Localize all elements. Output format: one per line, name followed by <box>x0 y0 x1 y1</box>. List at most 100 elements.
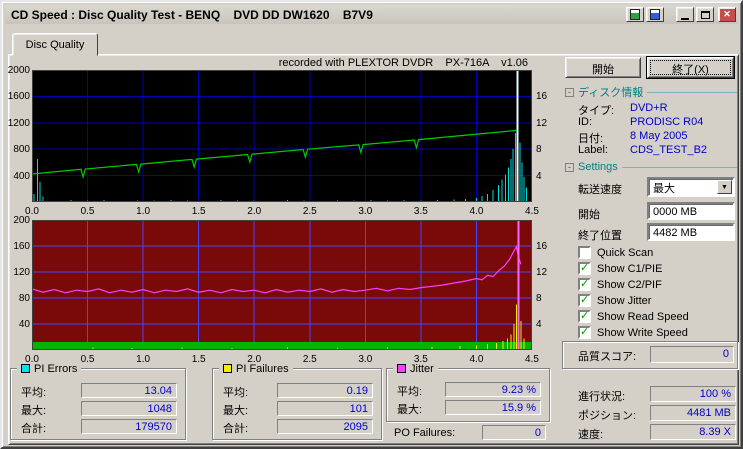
stat-label: 平均: <box>397 386 423 398</box>
jitter-groupbox: Jitter 平均: 9.23 % 最大: 15.9 % <box>386 362 550 422</box>
stat-value: 179570 <box>81 419 177 434</box>
disc-date-value: 8 May 2005 <box>630 130 688 142</box>
quality-score-label: 品質スコア: <box>578 351 637 363</box>
disc-label-label: Label: <box>578 144 608 156</box>
stat-value: 101 <box>277 401 373 416</box>
checkbox-quick-scan-label: Quick Scan <box>597 247 654 259</box>
titlebar-extra-button-2[interactable] <box>646 7 664 22</box>
axis-tick-label: 12 <box>536 117 548 129</box>
speed-label: 速度: <box>578 429 604 441</box>
checkbox-show-c1-pie[interactable]: ✓ <box>578 262 591 275</box>
axis-tick-label: 2000 <box>7 65 30 76</box>
checkbox-show-write-speed-label: Show Write Speed <box>597 327 688 339</box>
speed-value: 8.39 X <box>650 424 736 440</box>
close-icon: ✕ <box>723 9 731 19</box>
stat-label: 合計: <box>21 423 47 435</box>
collapse-icon[interactable]: - <box>565 87 574 97</box>
start-position-input[interactable] <box>647 202 735 220</box>
end-position-input[interactable] <box>647 223 735 241</box>
checkbox-quick-scan[interactable] <box>578 246 591 259</box>
exit-button[interactable]: 終了(X) <box>647 57 734 78</box>
tab-disc-quality[interactable]: Disc Quality <box>12 33 98 56</box>
quality-score-value: 0 <box>650 346 734 363</box>
axis-tick-label: 1200 <box>7 117 30 129</box>
stat-value: 15.9 % <box>445 400 541 415</box>
checkbox-show-write-speed[interactable]: ✓ <box>578 326 591 339</box>
end-position-label: 終了位置 <box>578 230 622 242</box>
stat-label: 最大: <box>397 404 423 416</box>
maximize-button[interactable] <box>696 7 714 22</box>
stat-label: 最大: <box>21 405 47 417</box>
stat-value: 9.23 % <box>445 382 541 397</box>
chart-recorded-with-label: recorded with PLEXTOR DVDR PX-716A v1.06 <box>278 57 528 69</box>
axis-tick-label: 1.5 <box>191 354 206 365</box>
tab-label: Disc Quality <box>25 38 85 51</box>
axis-tick-label: 120 <box>13 267 30 278</box>
axis-tick-label: 1.0 <box>136 206 151 217</box>
disc-type-value: DVD+R <box>630 102 668 114</box>
checkbox-show-c1-pie-label: Show C1/PIE <box>597 263 663 275</box>
collapse-icon[interactable]: - <box>565 162 574 172</box>
transfer-speed-label: 転送速度 <box>578 184 622 196</box>
axis-tick-label: 2.0 <box>247 206 262 217</box>
disc-info-header: - ディスク情報 <box>565 86 737 99</box>
stat-value: 2095 <box>277 419 373 434</box>
chevron-down-icon[interactable]: ▼ <box>717 180 732 194</box>
disc-id-label: ID: <box>578 116 593 128</box>
axis-tick-label: 1600 <box>7 91 30 103</box>
axis-tick-label: 8 <box>536 144 542 156</box>
settings-header-label: Settings <box>578 161 618 173</box>
axis-tick-label: 16 <box>536 241 548 252</box>
titlebar[interactable]: CD Speed : Disc Quality Test - BENQ DVD … <box>5 5 738 24</box>
axis-tick-label: 40 <box>18 319 30 330</box>
axis-tick-label: 3.5 <box>413 354 428 365</box>
stat-value: 1048 <box>81 401 177 416</box>
stat-value: 13.04 <box>81 383 177 398</box>
axis-tick-label: 1.5 <box>191 206 206 217</box>
window-title: CD Speed : Disc Quality Test - BENQ DVD … <box>11 7 373 22</box>
axis-tick-label: 800 <box>13 144 30 156</box>
document-icon-green <box>630 9 640 20</box>
axis-tick-label: 16 <box>536 91 548 103</box>
progress-value: 100 % <box>650 386 736 402</box>
stat-label: 平均: <box>223 387 249 399</box>
axis-tick-label: 4.5 <box>525 354 539 365</box>
stat-label: 最大: <box>223 405 249 417</box>
pi-failures-groupbox: PI Failures 平均: 0.19 最大: 101 合計: 2095 <box>212 362 382 440</box>
axis-tick-label: 4.5 <box>525 206 539 217</box>
app-window: CD Speed : Disc Quality Test - BENQ DVD … <box>0 0 743 449</box>
checkbox-show-c2-pif[interactable]: ✓ <box>578 278 591 291</box>
axis-tick-label: 3.0 <box>358 206 373 217</box>
axis-tick-label: 2.0 <box>247 354 262 365</box>
section-rule <box>647 92 737 93</box>
stat-value: 0.19 <box>277 383 373 398</box>
checkbox-show-jitter[interactable]: ✓ <box>578 294 591 307</box>
axis-tick-label: 8 <box>536 293 542 304</box>
minimize-button[interactable] <box>676 7 694 22</box>
pi-errors-groupbox: PI Errors 平均: 13.04 最大: 1048 合計: 179570 <box>10 362 186 440</box>
checkbox-show-read-speed[interactable]: ✓ <box>578 310 591 323</box>
transfer-speed-select[interactable]: 最大 ▼ <box>647 177 735 197</box>
po-failures-label: PO Failures: <box>394 427 456 439</box>
po-failures-value: 0 <box>482 425 546 440</box>
settings-header: - Settings <box>565 161 737 173</box>
close-button[interactable]: ✕ <box>718 7 736 22</box>
axis-tick-label: 160 <box>13 241 30 252</box>
section-rule <box>621 167 737 168</box>
disc-info-header-label: ディスク情報 <box>578 87 644 99</box>
axis-tick-label: 200 <box>13 215 30 226</box>
axis-tick-label: 3.0 <box>358 354 373 365</box>
axis-tick-label: 4 <box>536 170 542 182</box>
axis-tick-label: 0.5 <box>80 206 95 217</box>
axis-tick-label: 80 <box>18 293 30 304</box>
titlebar-extra-button-1[interactable] <box>626 7 644 22</box>
stat-label: 合計: <box>223 423 249 435</box>
axis-tick-label: 3.5 <box>413 206 428 217</box>
axis-tick-label: 4.0 <box>469 206 484 217</box>
axis-tick-label: 0.0 <box>25 354 39 365</box>
start-button[interactable]: 開始 <box>565 57 641 78</box>
minimize-icon <box>681 17 689 20</box>
start-position-label: 開始 <box>578 209 600 221</box>
checkbox-show-c2-pif-label: Show C2/PIF <box>597 279 662 291</box>
titlebar-buttons: ✕ <box>626 7 736 22</box>
